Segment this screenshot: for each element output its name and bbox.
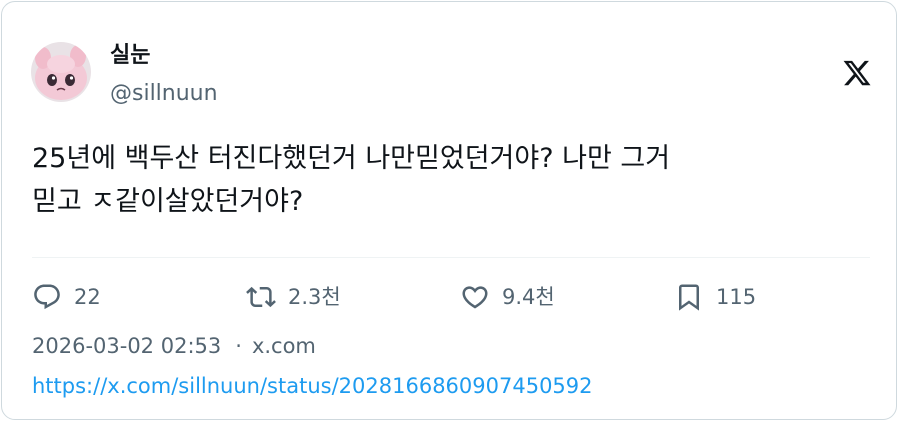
tweet-card: 실눈 @sillnuun 25년에 백두산 터진다했던거 나만믿었던거야? 나만… bbox=[1, 1, 897, 420]
author-handle[interactable]: @sillnuun bbox=[110, 80, 218, 108]
tweet-text: 25년에 백두산 터진다했던거 나만믿었던거야? 나만 그거 믿고 ㅈ같이살았던… bbox=[32, 137, 872, 223]
reply-count: 22 bbox=[74, 285, 101, 309]
reply-button[interactable]: 22 bbox=[32, 280, 101, 314]
divider bbox=[32, 257, 870, 258]
source-domain: x.com bbox=[251, 334, 316, 358]
avatar[interactable] bbox=[31, 42, 91, 102]
author-display-name[interactable]: 실눈 bbox=[110, 42, 150, 70]
repost-button[interactable]: 2.3천 bbox=[246, 280, 341, 314]
tweet-text-line: 25년에 백두산 터진다했던거 나만믿었던거야? 나만 그거 bbox=[32, 143, 671, 174]
repost-icon bbox=[246, 282, 276, 312]
bookmark-icon bbox=[674, 282, 704, 312]
bookmark-count: 115 bbox=[716, 285, 757, 309]
reply-icon bbox=[32, 282, 62, 312]
like-count: 9.4천 bbox=[502, 285, 555, 309]
repost-count: 2.3천 bbox=[288, 285, 341, 309]
avatar-image bbox=[31, 42, 91, 102]
tweet-link[interactable]: https://x.com/sillnuun/status/2028166860… bbox=[32, 371, 593, 401]
timestamp[interactable]: 2026-03-02 02:53 bbox=[32, 334, 221, 358]
bookmark-button[interactable]: 115 bbox=[674, 280, 756, 314]
tweet-text-line: 믿고 ㅈ같이살았던거야? bbox=[32, 186, 304, 217]
heart-icon bbox=[460, 282, 490, 312]
meta-separator: · bbox=[235, 334, 242, 358]
x-logo-icon[interactable] bbox=[842, 58, 872, 88]
like-button[interactable]: 9.4천 bbox=[460, 280, 555, 314]
tweet-meta: 2026-03-02 02:53 · x.com bbox=[32, 331, 316, 361]
